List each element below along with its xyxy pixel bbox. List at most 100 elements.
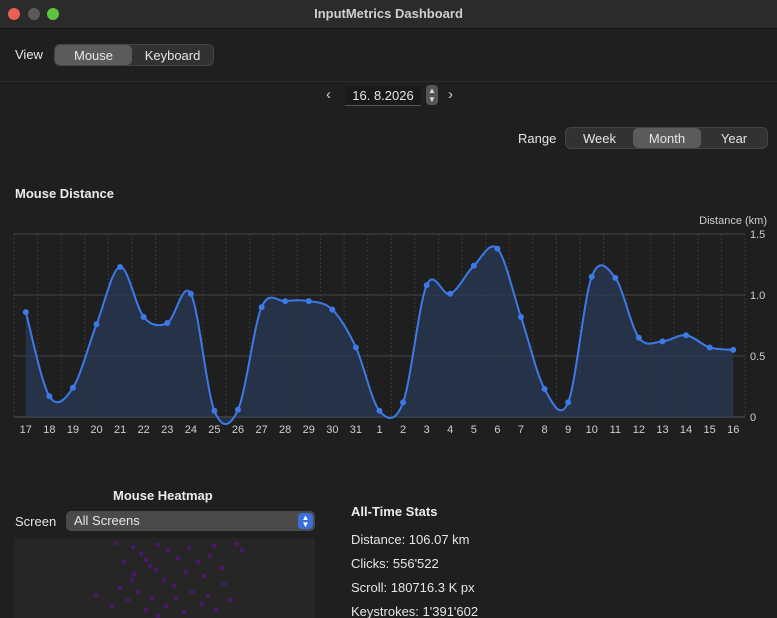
x-tick-label: 20 [90,424,102,436]
heatmap-dot [110,604,114,608]
heatmap-dot [174,596,178,600]
data-point [400,399,407,406]
data-point [282,298,289,305]
stat-distance: Distance: 106.07 km [351,532,470,547]
heatmap-dot [202,574,206,578]
heatmap-dot [164,604,168,608]
data-point [423,282,430,289]
heatmap-dot [139,552,143,556]
x-tick-label: 13 [656,424,668,436]
app-window: InputMetrics Dashboard View Mouse Keyboa… [0,0,777,618]
data-point [211,407,218,414]
heatmap-dot [144,558,148,562]
heatmap-dot [182,610,186,614]
x-tick-label: 9 [565,424,571,436]
data-point [46,393,53,400]
heatmap-dot [222,582,226,586]
heatmap-dot [132,572,136,576]
x-tick-label: 27 [255,424,267,436]
x-tick-label: 29 [303,424,315,436]
x-tick-label: 16 [727,424,739,436]
stat-keystrokes: Keystrokes: 1'391'602 [351,604,479,618]
heatmap-dot [235,542,239,546]
screen-label: Screen [15,514,57,529]
stat-scroll: Scroll: 180716.3 K px [351,580,475,595]
x-tick-label: 28 [279,424,291,436]
heatmap-dot [228,598,232,602]
heatmap-dot [144,608,148,612]
x-tick-label: 7 [518,424,524,436]
x-tick-label: 17 [20,424,32,436]
heatmap-dot [240,548,244,552]
mouse-distance-chart: 1.51.00.50Distance (km)17 18 19 20 21 22 23 24 2… [13,215,767,436]
data-point [541,385,548,392]
data-point [447,290,454,297]
heatmap-dot [156,543,160,547]
y-axis-label: Distance (km) [699,215,767,227]
x-tick-label: 30 [326,424,338,436]
screen-select-value: All Screens [74,513,140,528]
data-point [612,274,619,281]
x-tick-label: 14 [680,424,692,436]
heatmap-dot [136,590,140,594]
heatmap-dot [208,554,212,558]
heatmap-dot [187,546,191,550]
data-point [683,332,690,339]
x-tick-label: 12 [633,424,645,436]
stats-title: All-Time Stats [351,504,438,519]
data-point [635,334,642,341]
heatmap-dot [150,596,154,600]
screen-select[interactable]: All Screens ▲ ▼ [66,511,315,531]
data-point [258,304,265,311]
data-point [22,309,29,316]
heatmap-dot [166,548,170,552]
x-tick-label: 15 [704,424,716,436]
x-tick-label: 18 [43,424,55,436]
heatmap-dot [220,566,224,570]
x-tick-label: 10 [586,424,598,436]
data-point [706,344,713,351]
heatmap-dot [206,594,210,598]
y-tick-label: 1.5 [750,229,765,241]
data-point [494,245,501,252]
heatmap-dot [196,560,200,564]
heatmap-dot [172,584,176,588]
x-tick-label: 2 [400,424,406,436]
x-tick-label: 26 [232,424,244,436]
heatmap-dot [184,570,188,574]
data-point [659,338,666,345]
data-point [93,321,100,328]
x-tick-label: 3 [424,424,430,436]
heatmap-dot [156,614,160,618]
select-chevron-icon: ▲ ▼ [298,513,313,529]
data-point [517,313,524,320]
data-point [69,384,76,391]
x-tick-label: 23 [161,424,173,436]
data-point [730,346,737,353]
heatmap-dot [130,578,134,582]
data-point [187,290,194,297]
heatmap-title: Mouse Heatmap [113,488,213,503]
heatmap-dot [200,602,204,606]
heatmap-dot [212,544,216,548]
x-tick-label: 1 [376,424,382,436]
data-point [329,306,336,313]
x-tick-label: 25 [208,424,220,436]
data-point [376,407,383,414]
heatmap-dot [176,556,180,560]
x-tick-label: 21 [114,424,126,436]
heatmap-dot [214,608,218,612]
y-tick-label: 0.5 [750,351,765,363]
heatmap-dot [114,541,118,545]
heatmap-dot [162,578,166,582]
x-tick-label: 6 [494,424,500,436]
data-point [164,320,171,327]
y-tick-label: 1.0 [750,290,765,302]
data-point [470,262,477,269]
heatmap-dot [118,586,122,590]
data-point [117,263,124,270]
x-tick-label: 22 [138,424,150,436]
data-point [588,273,595,280]
heatmap-dot [154,568,158,572]
x-tick-label: 4 [447,424,453,436]
